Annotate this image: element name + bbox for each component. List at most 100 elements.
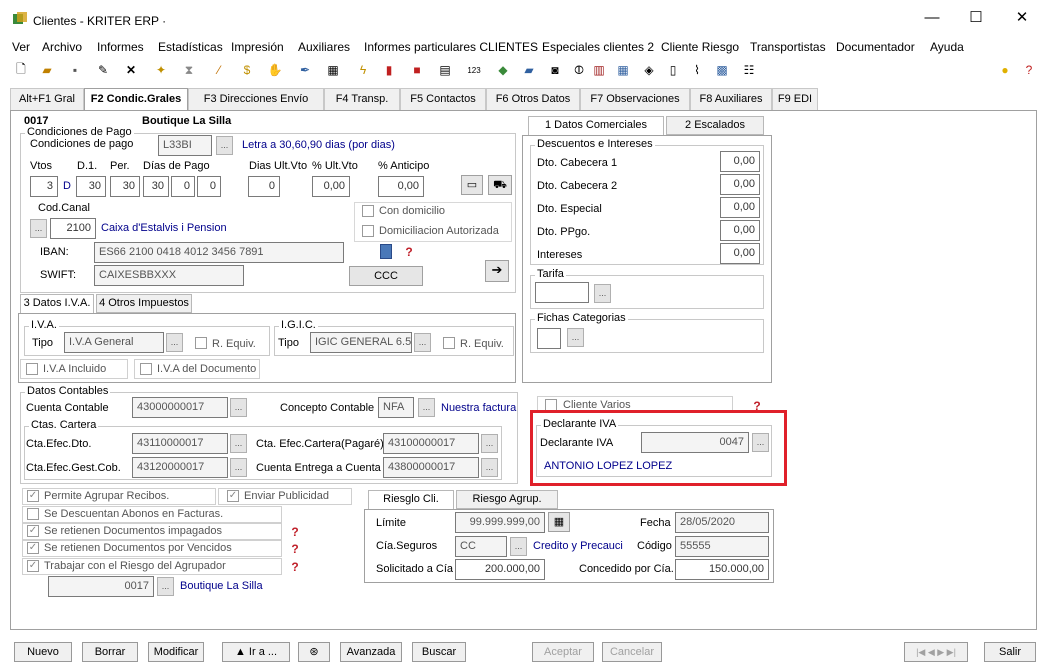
dto-cabecera-1-field[interactable]: 0,00 <box>720 151 760 172</box>
tab-edi[interactable]: F9 EDI <box>772 88 818 111</box>
tab-otros-impuestos[interactable]: 4 Otros Impuestos <box>96 294 192 313</box>
tarifa-lookup-button[interactable]: ... <box>594 284 611 303</box>
menu-cliente-riesgo[interactable]: Cliente Riesgo <box>661 40 739 54</box>
menu-archivo[interactable]: Archivo <box>42 40 82 54</box>
hand-icon[interactable]: ✋ <box>266 61 284 79</box>
pct-ult-field[interactable]: 0,00 <box>312 176 350 197</box>
dto-cabecera-2-field[interactable]: 0,00 <box>720 174 760 195</box>
pen-icon[interactable]: ✒ <box>296 61 314 79</box>
sitemap-icon[interactable]: ☷ <box>740 61 758 79</box>
riesgo-agrupador-checkbox[interactable]: ✓ <box>27 560 39 572</box>
lightning-icon[interactable]: ϟ <box>354 61 372 79</box>
borrar-button[interactable]: Borrar <box>82 642 138 662</box>
nav-buttons[interactable]: |◀ ◀ ▶ ▶| <box>904 642 968 662</box>
modificar-button[interactable]: Modificar <box>148 642 204 662</box>
agrupador-field[interactable]: 0017 <box>48 576 154 597</box>
dto-ppgo-field[interactable]: 0,00 <box>720 220 760 241</box>
attach-icon[interactable]: ⌇ <box>688 61 706 79</box>
iva-tipo-field[interactable]: I.V.A General <box>64 332 164 353</box>
intereses-field[interactable]: 0,00 <box>720 243 760 264</box>
salir-button[interactable]: Salir <box>984 642 1036 662</box>
menu-estadisticas[interactable]: Estadísticas <box>158 40 223 54</box>
calculator-icon[interactable]: ▤ <box>436 61 454 79</box>
cuenta-contable-lookup-button[interactable]: ... <box>230 398 247 417</box>
igic-tipo-lookup-button[interactable]: ... <box>414 333 431 352</box>
concepto-lookup-button[interactable]: ... <box>418 398 435 417</box>
filter-icon[interactable]: ✦ <box>152 61 170 79</box>
dias-ult-field[interactable]: 0 <box>248 176 280 197</box>
tab-observaciones[interactable]: F7 Observaciones <box>580 88 690 111</box>
concedido-field[interactable]: 150.000,00 <box>675 559 769 580</box>
retienen-vencidos-checkbox[interactable]: ✓ <box>27 542 39 554</box>
tab-escalados[interactable]: 2 Escalados <box>666 116 764 135</box>
chart-icon[interactable]: ▮ <box>380 61 398 79</box>
efec-cartera-lookup-button[interactable]: ... <box>481 434 498 453</box>
tab-transp[interactable]: F4 Transp. <box>324 88 400 111</box>
menu-informes-particulares[interactable]: Informes particulares CLIENTES <box>364 40 538 54</box>
codcanal-field[interactable]: 2100 <box>50 218 96 239</box>
paperclip-icon[interactable]: ⦷ <box>570 61 588 79</box>
menu-especiales-clientes[interactable]: Especiales clientes 2 <box>542 40 654 54</box>
d1-field[interactable]: 30 <box>76 176 106 197</box>
tag-icon[interactable]: ◈ <box>640 61 658 79</box>
cuenta-contable-field[interactable]: 43000000017 <box>132 397 228 418</box>
tab-contactos[interactable]: F5 Contactos <box>400 88 486 111</box>
dia-pago-1-field[interactable]: 30 <box>143 176 169 197</box>
building-icon[interactable]: ▥ <box>590 61 608 79</box>
help-icon[interactable]: ? <box>1020 61 1038 79</box>
tab-riesgo-cli[interactable]: Riesglo Cli. <box>368 490 454 509</box>
cars-icon[interactable]: ◆ <box>494 61 512 79</box>
numbers-icon[interactable]: 123 <box>465 61 483 79</box>
pct-anticipo-field[interactable]: 0,00 <box>378 176 424 197</box>
fecha-field[interactable]: 28/05/2020 <box>675 512 769 533</box>
iban-field[interactable]: ES66 2100 0418 4012 3456 7891 <box>94 242 344 263</box>
tab-condic-grales[interactable]: F2 Condic.Grales <box>84 88 188 112</box>
tab-riesgo-agrup[interactable]: Riesgo Agrup. <box>456 490 558 509</box>
notes-button[interactable]: ▭ <box>461 175 483 195</box>
scanner-icon[interactable]: ◙ <box>546 61 564 79</box>
entrega-lookup-button[interactable]: ... <box>481 458 498 477</box>
tarifa-field[interactable] <box>535 282 589 303</box>
close-button[interactable]: ✕ <box>1012 8 1032 28</box>
money-icon[interactable]: $ <box>238 61 256 79</box>
tab-datos-comerciales[interactable]: 1 Datos Comerciales <box>528 116 664 135</box>
igic-requiv-checkbox[interactable] <box>443 337 455 349</box>
entrega-field[interactable]: 43800000017 <box>383 457 479 478</box>
agrupador-lookup-button[interactable]: ... <box>157 577 174 596</box>
help-icon[interactable]: ? <box>288 542 302 556</box>
dto-especial-field[interactable]: 0,00 <box>720 197 760 218</box>
tab-auxiliares[interactable]: F8 Auxiliares <box>690 88 772 111</box>
briefcase-icon[interactable]: ■ <box>408 61 426 79</box>
iva-requiv-checkbox[interactable] <box>195 337 207 349</box>
calendar-icon[interactable]: ▦ <box>614 61 632 79</box>
aceptar-button[interactable]: Aceptar <box>532 642 594 662</box>
menu-transportistas[interactable]: Transportistas <box>750 40 826 54</box>
menu-impresion[interactable]: Impresión <box>231 40 284 54</box>
efec-cartera-field[interactable]: 43100000017 <box>383 433 479 454</box>
iva-tipo-lookup-button[interactable]: ... <box>166 333 183 352</box>
per-field[interactable]: 30 <box>110 176 140 197</box>
menu-ayuda[interactable]: Ayuda <box>930 40 964 54</box>
book-icon[interactable]: ▰ <box>520 61 538 79</box>
help-icon[interactable]: ? <box>288 525 302 539</box>
limite-field[interactable]: 99.999.999,00 <box>455 512 545 533</box>
codcanal-lookup-button[interactable]: ... <box>30 219 47 238</box>
new-doc-icon[interactable]: 🗋 <box>12 61 30 79</box>
wand-icon[interactable]: ⁄ <box>210 61 228 79</box>
ira-button[interactable]: ▲ Ir a ... <box>222 642 290 662</box>
funnel-icon[interactable]: ⧗ <box>180 61 198 79</box>
codigo-field[interactable]: 55555 <box>675 536 769 557</box>
descuentan-abonos-checkbox[interactable] <box>27 508 39 520</box>
iva-incluido-checkbox[interactable] <box>26 363 38 375</box>
menu-informes[interactable]: Informes <box>97 40 144 54</box>
document-icon[interactable]: ▯ <box>664 61 682 79</box>
cond-pago-code-field[interactable]: L33BI <box>158 135 212 156</box>
maximize-button[interactable]: ☐ <box>966 8 986 28</box>
buscar-button[interactable]: Buscar <box>412 642 466 662</box>
help-icon[interactable]: ? <box>288 560 302 574</box>
con-domicilio-checkbox[interactable] <box>362 205 374 217</box>
cond-pago-lookup-button[interactable]: ... <box>216 136 233 155</box>
iva-doc-checkbox[interactable] <box>140 363 152 375</box>
domiciliacion-checkbox[interactable] <box>362 225 374 237</box>
fichas-lookup-button[interactable]: ... <box>567 328 584 347</box>
